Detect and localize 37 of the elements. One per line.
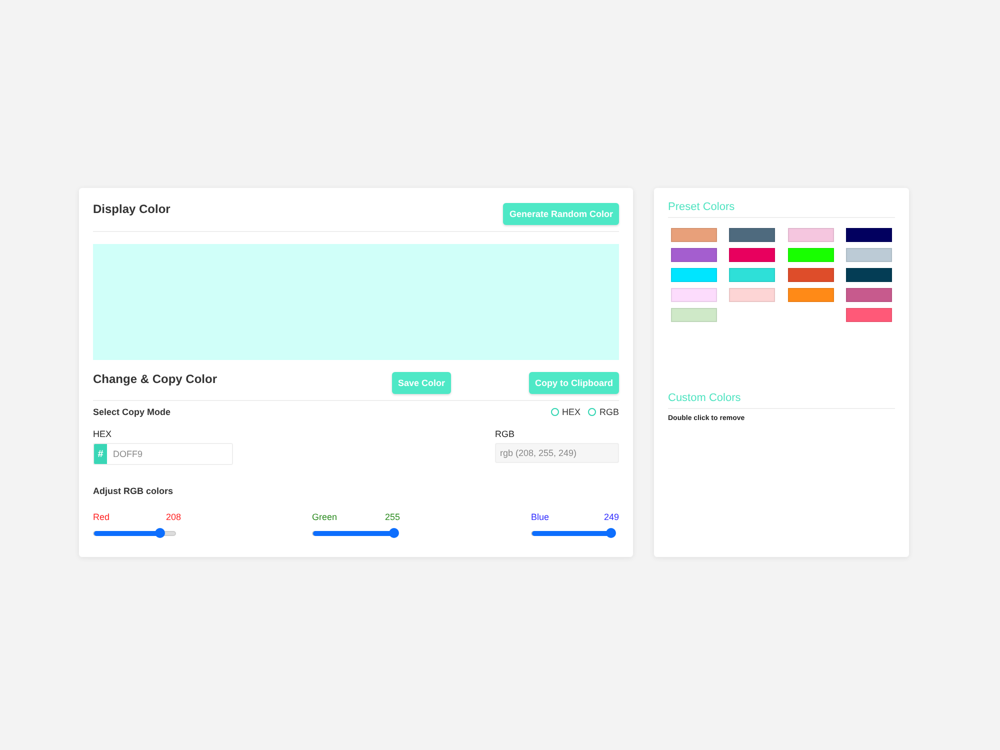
color-swatch[interactable] [671, 248, 717, 262]
section-title: Display Color [93, 202, 170, 216]
color-swatch[interactable] [846, 248, 892, 262]
slider-label: Blue [531, 512, 550, 522]
color-swatch[interactable] [729, 228, 776, 242]
slider[interactable] [312, 528, 400, 538]
slider-value: 208 [166, 512, 181, 522]
color-swatch[interactable] [788, 288, 834, 302]
slider-value: 255 [384, 512, 400, 522]
field-label: RGB [495, 429, 516, 439]
color-swatch[interactable] [671, 288, 717, 302]
color-swatch[interactable] [671, 228, 717, 242]
hex-input-field[interactable]: # DOFF9 [93, 443, 233, 465]
color-swatch[interactable] [846, 288, 892, 302]
color-swatch[interactable] [846, 268, 892, 282]
slider-value: 249 [604, 512, 619, 522]
color-swatch[interactable] [788, 268, 834, 282]
color-swatch[interactable] [671, 268, 717, 282]
color-swatch[interactable] [729, 248, 776, 262]
section-title: Preset Colors [668, 201, 895, 218]
slider-label: Red [93, 512, 110, 522]
color-swatch[interactable] [729, 288, 776, 302]
radio-option[interactable]: RGB [588, 407, 619, 417]
color-swatch[interactable] [729, 268, 776, 282]
color-swatch[interactable] [846, 228, 892, 242]
color-swatch[interactable] [846, 308, 892, 322]
radio-option[interactable]: HEX [550, 407, 580, 417]
section-title: Custom Colors [668, 392, 895, 409]
color-swatch[interactable] [788, 228, 834, 242]
copy-mode-label: Select Copy Mode [93, 407, 171, 417]
section-title: Change & Copy Color [93, 372, 218, 386]
color-swatch[interactable] [671, 308, 717, 322]
section-subtitle: Adjust RGB colors [93, 486, 174, 496]
field-label: HEX [93, 429, 113, 439]
slider-label: Green [312, 512, 338, 522]
rgb-input-field[interactable]: rgb (208, 255, 249) [495, 443, 619, 463]
color-swatch[interactable] [788, 248, 834, 262]
